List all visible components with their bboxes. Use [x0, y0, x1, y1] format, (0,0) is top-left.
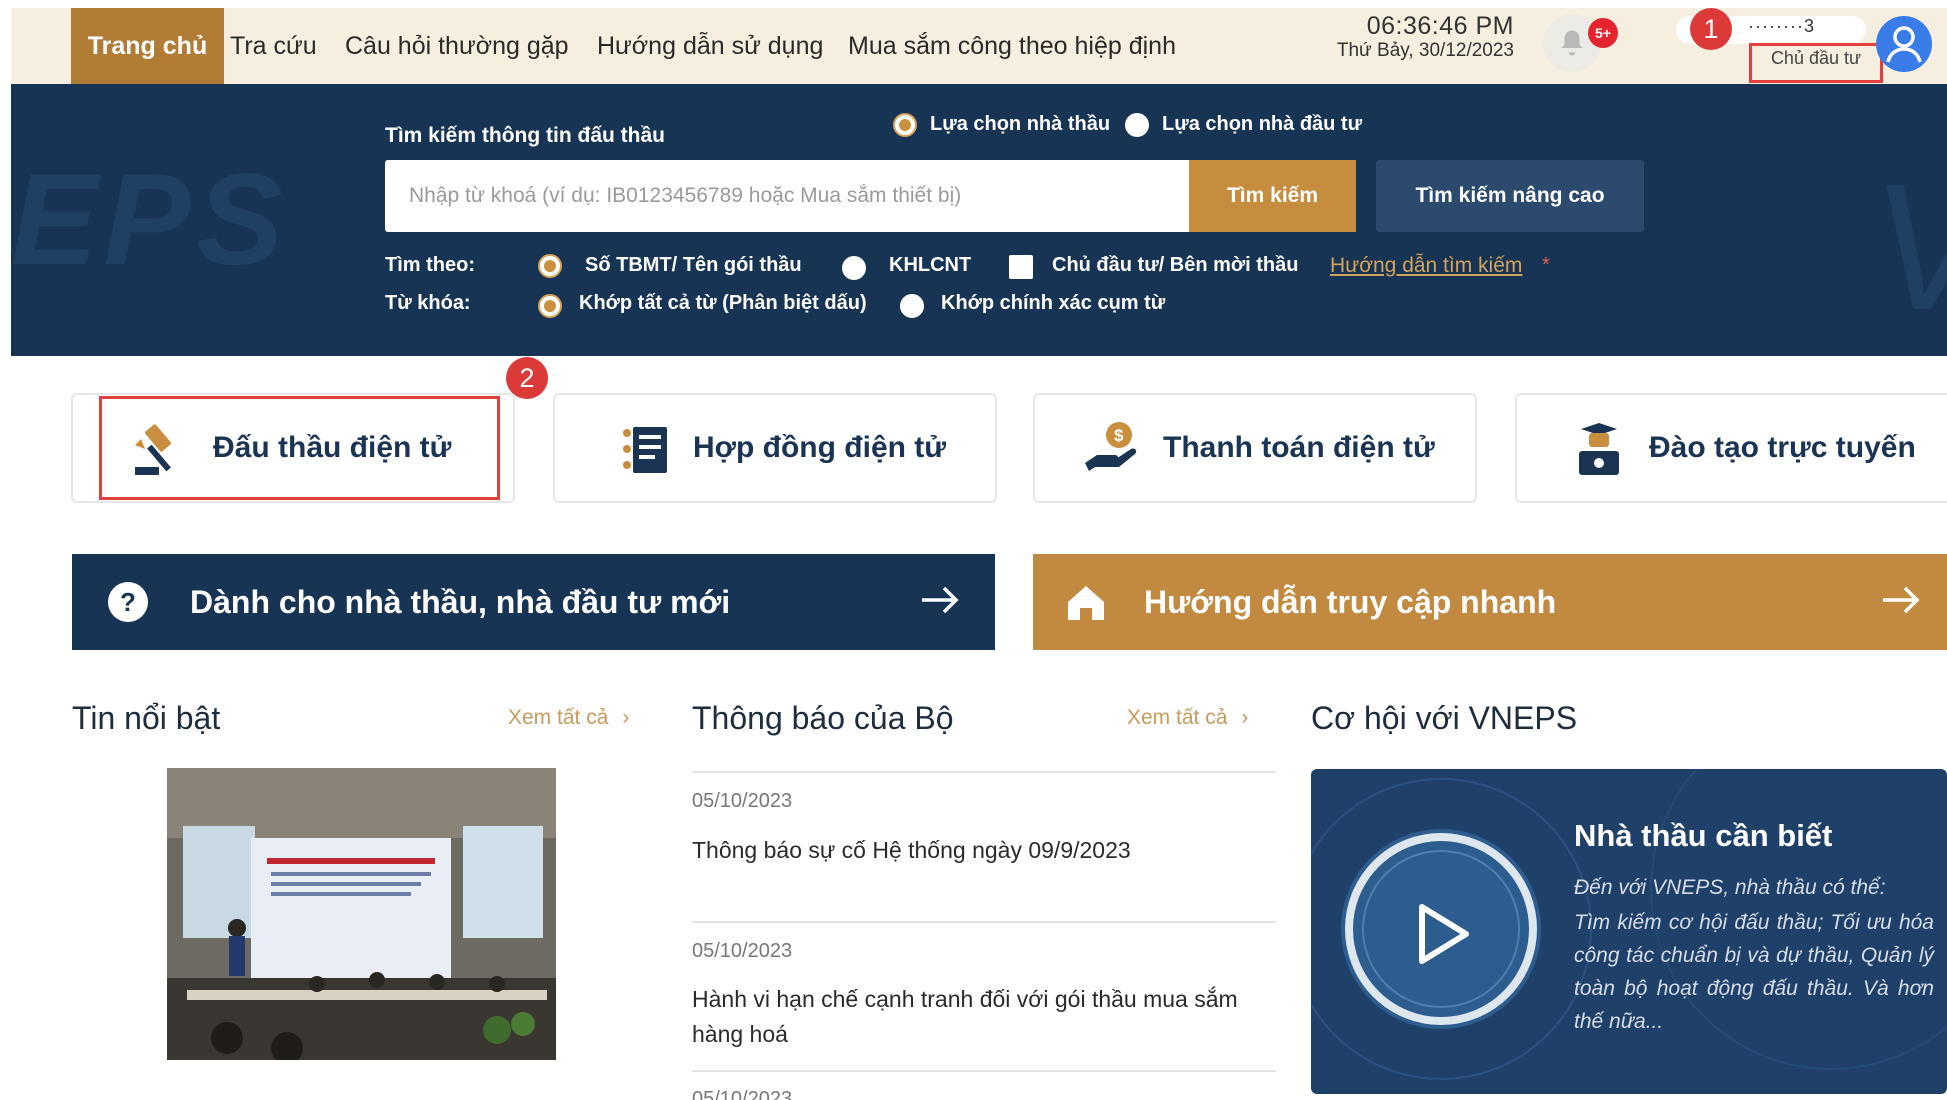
service-card-online-training-label: Đào tạo trực tuyến	[1649, 431, 1916, 464]
nav-agreement-procurement[interactable]: Mua sắm công theo hiệp định	[848, 8, 1176, 84]
announcement-date: 05/10/2023	[692, 1088, 793, 1100]
divider	[692, 1070, 1276, 1072]
vneps-watermark: EPS	[11, 146, 290, 292]
keyword-label: Từ khóa:	[385, 292, 471, 314]
clock-time: 06:36:46 PM	[1366, 12, 1514, 40]
radio-contractor-selection-label[interactable]: Lựa chọn nhà thầu	[930, 113, 1110, 136]
payment-icon: $	[1085, 422, 1137, 471]
radio-match-all-words[interactable]	[538, 294, 562, 318]
radio-search-by-package-label[interactable]: Số TBMT/ Tên gói thầu	[585, 254, 802, 277]
contract-icon	[623, 427, 667, 473]
advanced-search-button[interactable]: Tìm kiếm nâng cao	[1376, 160, 1644, 232]
featured-see-all-link[interactable]: Xem tất cả ›	[508, 706, 629, 730]
radio-search-by-khlcnt[interactable]	[842, 256, 866, 280]
radio-match-exact-phrase-label[interactable]: Khớp chính xác cụm từ	[941, 292, 1165, 315]
user-name[interactable]: ········3	[1748, 16, 1815, 37]
vneps-watermark-right: V	[1871, 144, 1947, 351]
featured-see-all-label: Xem tất cả	[508, 706, 609, 729]
quick-guide-banner[interactable]: Hướng dẫn truy cập nhanh	[1033, 554, 1947, 650]
featured-news-title: Tin nổi bật	[72, 700, 221, 736]
search-input[interactable]	[385, 160, 1189, 232]
ministry-news-title: Thông báo của Bộ	[692, 700, 954, 736]
conference-photo	[167, 768, 556, 1060]
search-by-label: Tìm theo:	[385, 254, 475, 276]
announcement-date: 05/10/2023	[692, 940, 793, 962]
service-card-e-contract-label: Hợp đồng điện tử	[693, 431, 947, 464]
graduate-icon	[1579, 423, 1619, 475]
chevron-right-icon: ›	[1241, 706, 1249, 729]
radio-contractor-selection[interactable]	[893, 113, 917, 137]
search-help-star: *	[1542, 254, 1550, 276]
search-title: Tìm kiếm thông tin đấu thầu	[385, 124, 665, 147]
e-bidding-highlight-box	[99, 396, 500, 500]
clock-date: Thứ Bảy, 30/12/2023	[1336, 40, 1514, 61]
svg-text:?: ?	[120, 587, 136, 617]
play-icon[interactable]	[1406, 899, 1476, 969]
checkbox-investor[interactable]	[1009, 255, 1033, 279]
svg-text:$: $	[1114, 426, 1124, 445]
service-card-e-contract[interactable]: Hợp đồng điện tử	[553, 393, 997, 503]
radio-match-exact-phrase[interactable]	[900, 294, 924, 318]
avatar[interactable]	[1876, 16, 1932, 72]
nav-home[interactable]: Trang chủ	[71, 8, 224, 84]
search-button[interactable]: Tìm kiếm	[1189, 160, 1356, 232]
radio-search-by-khlcnt-label[interactable]: KHLCNT	[889, 254, 971, 277]
bell-icon	[1562, 30, 1582, 56]
announcement-title[interactable]: Hành vi hạn chế cạnh tranh đối với gói t…	[692, 982, 1272, 1052]
question-icon: ?	[108, 582, 148, 622]
ministry-see-all-label: Xem tất cả	[1127, 706, 1228, 729]
divider	[692, 771, 1276, 773]
search-help-link[interactable]: Hướng dẫn tìm kiếm	[1330, 254, 1522, 278]
arrow-right-icon	[1883, 586, 1920, 614]
service-card-e-payment[interactable]: $ Thanh toán điện tử	[1033, 393, 1477, 503]
new-user-banner[interactable]: ? Dành cho nhà thầu, nhà đầu tư mới	[72, 554, 995, 650]
step-2-badge: 2	[506, 357, 548, 399]
top-nav-bar: Trang chủ Tra cứu Câu hỏi thường gặp Hướ…	[11, 8, 1947, 84]
step-1-badge: 1	[1690, 8, 1732, 50]
service-card-e-payment-label: Thanh toán điện tử	[1163, 431, 1435, 464]
ministry-see-all-link[interactable]: Xem tất cả ›	[1127, 706, 1248, 730]
quick-guide-banner-label: Hướng dẫn truy cập nhanh	[1144, 584, 1557, 620]
service-card-online-training[interactable]: Đào tạo trực tuyến	[1515, 393, 1947, 503]
new-user-banner-label: Dành cho nhà thầu, nhà đầu tư mới	[190, 584, 731, 620]
opportunity-title: Cơ hội với VNEPS	[1311, 700, 1578, 736]
radio-investor-selection[interactable]	[1125, 113, 1149, 137]
nav-lookup[interactable]: Tra cứu	[230, 8, 317, 84]
opportunity-card-lead: Đến với VNEPS, nhà thầu có thể:	[1574, 876, 1886, 899]
chevron-right-icon: ›	[622, 706, 630, 729]
opportunity-card-body: Tìm kiếm cơ hội đấu thầu; Tối ưu hóa côn…	[1574, 911, 1934, 1033]
role-highlight-box	[1749, 43, 1883, 83]
nav-user-guide[interactable]: Hướng dẫn sử dụng	[597, 8, 823, 84]
radio-search-by-package[interactable]	[538, 254, 562, 278]
divider	[692, 921, 1276, 923]
radio-investor-selection-label[interactable]: Lựa chọn nhà đầu tư	[1162, 113, 1362, 136]
radio-match-all-words-label[interactable]: Khớp tất cả từ (Phân biệt dấu)	[579, 292, 867, 315]
checkbox-investor-label[interactable]: Chủ đầu tư/ Bên mời thầu	[1052, 254, 1298, 277]
home-icon	[1068, 586, 1104, 620]
user-icon	[1886, 26, 1922, 63]
arrow-right-icon	[922, 586, 959, 614]
clock: 06:36:46 PM Thứ Bảy, 30/12/2023	[1318, 12, 1514, 62]
featured-news-image[interactable]	[167, 768, 556, 1060]
opportunity-card-title: Nhà thầu cần biết	[1574, 818, 1833, 853]
notification-count-badge: 5+	[1588, 18, 1618, 48]
announcement-title[interactable]: Thông báo sự cố Hệ thống ngày 09/9/2023	[692, 833, 1272, 868]
announcement-date: 05/10/2023	[692, 790, 793, 812]
nav-faq[interactable]: Câu hỏi thường gặp	[345, 8, 569, 84]
